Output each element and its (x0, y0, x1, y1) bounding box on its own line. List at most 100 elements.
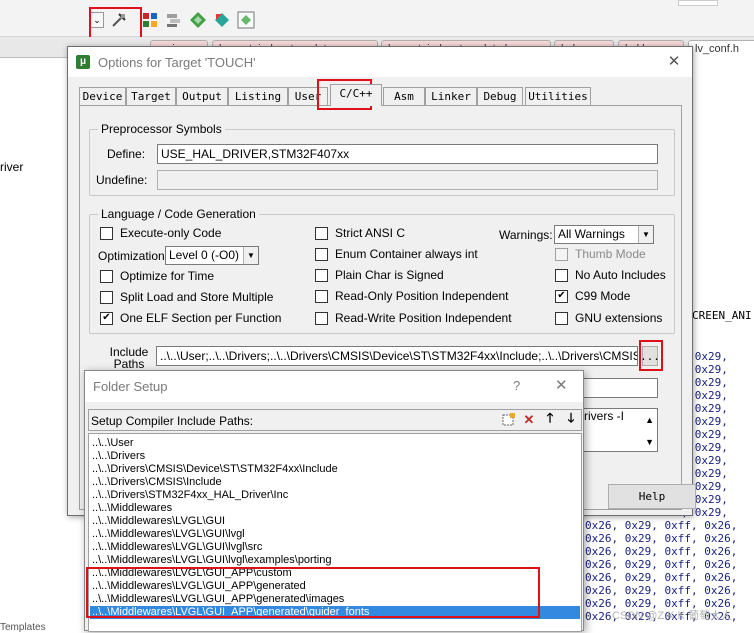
split-load-checkbox[interactable]: Split Load and Store Multiple (100, 290, 273, 304)
include-path-item[interactable]: ..\..\Drivers (90, 450, 580, 463)
scroll-up-icon[interactable]: ▲ (645, 413, 654, 427)
checkbox-box[interactable] (100, 226, 113, 240)
define-field[interactable]: USE_HAL_DRIVER,STM32F407xx (157, 144, 658, 164)
include-path-item[interactable]: ..\..\Middlewares\LVGL\GUI_APP\generated… (90, 606, 580, 619)
project-tree-text: river (0, 160, 24, 174)
code-line: 0x26, 0x29, 0xff, 0x26, (585, 532, 738, 545)
editor-tab-active[interactable]: lv_conf.h (688, 40, 754, 58)
chevron-down-icon[interactable]: ▼ (638, 226, 653, 243)
checkbox-box[interactable] (315, 247, 328, 261)
code-line: 0x26, 0x29, 0xff, 0x26, (585, 558, 738, 571)
checkmark-icon[interactable]: ✔ (100, 311, 113, 325)
delete-icon[interactable]: ✕ (520, 412, 538, 428)
include-path-item[interactable]: ..\..\Middlewares\LVGL\GUI_APP\custom (90, 567, 580, 580)
execute-only-checkbox[interactable]: Execute-only Code (100, 226, 221, 240)
one-elf-checkbox[interactable]: ✔ One ELF Section per Function (100, 311, 281, 325)
code-line: 0x26, 0x29, 0xff, 0x26, (585, 519, 738, 532)
help-icon[interactable]: ? (513, 378, 520, 393)
gnu-extensions-checkbox[interactable]: GNU extensions (555, 311, 662, 325)
include-path-item[interactable]: ..\..\Middlewares\LVGL\GUI_APP\generated (90, 580, 580, 593)
include-paths-field[interactable]: ..\..\User;..\..\Drivers;..\..\Drivers\C… (156, 346, 638, 366)
c99-mode-checkbox[interactable]: ✔ C99 Mode (555, 289, 630, 303)
include-path-item[interactable]: ..\..\Middlewares\LVGL\GUI\lvgl\src (90, 541, 580, 554)
include-paths-header-label: Setup Compiler Include Paths: (91, 414, 254, 428)
include-path-item[interactable]: ..\..\Middlewares (90, 502, 580, 515)
no-auto-includes-checkbox[interactable]: No Auto Includes (555, 268, 666, 282)
strict-ansi-checkbox[interactable]: Strict ANSI C (315, 226, 405, 240)
include-path-item[interactable]: ..\..\Middlewares\LVGL\GUI\lvgl (90, 528, 580, 541)
warnings-value: All Warnings (558, 227, 625, 241)
include-path-item[interactable]: ..\..\Middlewares\LVGL\GUI\lvgl\examples… (90, 554, 580, 567)
pack-installer-icon[interactable] (189, 11, 207, 29)
preprocessor-group: Preprocessor Symbols Define: USE_HAL_DRI… (89, 122, 675, 196)
include-path-item[interactable]: ..\..\User (90, 437, 580, 450)
help-button[interactable]: Help (608, 484, 696, 509)
compiler-control-text: rivers -I (584, 409, 624, 423)
checkbox-label: One ELF Section per Function (120, 311, 282, 325)
optimization-label: Optimization: (98, 249, 169, 263)
language-group: Language / Code Generation Execute-only … (89, 207, 675, 334)
checkbox-label: Optimize for Time (120, 269, 215, 283)
select-packs-icon[interactable] (213, 11, 231, 29)
checkbox-box[interactable] (100, 269, 113, 283)
enum-container-checkbox[interactable]: Enum Container always int (315, 247, 478, 261)
checkbox-box[interactable] (315, 311, 328, 325)
undefine-field[interactable] (157, 170, 658, 190)
checkbox-box[interactable] (555, 268, 568, 282)
file-extensions-icon[interactable] (165, 11, 183, 29)
tab-device[interactable]: Device (79, 87, 126, 105)
tab-debug[interactable]: Debug (477, 87, 523, 105)
new-folder-icon[interactable] (499, 412, 517, 428)
checkbox-label: Split Load and Store Multiple (120, 290, 274, 304)
warnings-select[interactable]: All Warnings ▼ (554, 225, 654, 244)
checkbox-box[interactable] (555, 247, 568, 261)
manage-components-icon[interactable] (141, 11, 159, 29)
scroll-down-icon[interactable]: ▼ (645, 435, 654, 449)
close-icon[interactable]: ✕ (555, 376, 568, 394)
checkbox-box[interactable] (100, 290, 113, 304)
checkbox-label: Thumb Mode (575, 247, 646, 261)
include-path-item[interactable]: ..\..\Drivers\CMSIS\Device\ST\STM32F4xx\… (90, 463, 580, 476)
optimization-select[interactable]: Level 0 (-O0) ▼ (165, 246, 259, 265)
tab-utilities[interactable]: Utilities (525, 87, 591, 105)
tab-user[interactable]: User (288, 87, 328, 105)
tab-listing[interactable]: Listing (228, 87, 288, 105)
code-line: 0x26, 0x29, 0xff, 0x26, (585, 571, 738, 584)
plain-char-checkbox[interactable]: Plain Char is Signed (315, 268, 444, 282)
checkbox-box[interactable] (315, 226, 328, 240)
checkmark-icon[interactable]: ✔ (555, 289, 568, 303)
include-path-item[interactable]: ..\..\Drivers\STM32F4xx_HAL_Driver\Inc (90, 489, 580, 502)
chevron-down-icon[interactable]: ▼ (243, 247, 258, 264)
target-options-icon[interactable] (110, 11, 128, 29)
run-time-environment-icon[interactable] (237, 11, 255, 29)
dropdown-arrow-icon[interactable]: ⌄ (90, 12, 104, 28)
include-path-list: ..\..\User ..\..\Drivers ..\..\Drivers\CMS… (88, 433, 582, 632)
include-path-item[interactable]: ..\..\Middlewares\LVGL\GUI_APP\generated… (90, 593, 580, 606)
checkbox-label: Read-Only Position Independent (335, 289, 509, 303)
thumb-mode-checkbox[interactable]: Thumb Mode (555, 247, 646, 261)
templates-tab[interactable]: Templates (0, 622, 46, 633)
code-identifier-text: CREEN_ANI (692, 309, 752, 322)
checkbox-box[interactable] (555, 311, 568, 325)
optimize-time-checkbox[interactable]: Optimize for Time (100, 269, 214, 283)
preprocessor-group-label: Preprocessor Symbols (98, 122, 225, 136)
tab-linker[interactable]: Linker (425, 87, 477, 105)
include-paths-header: Setup Compiler Include Paths: ✕ 🡑 🡓 (88, 409, 582, 431)
tab-c-cpp[interactable]: C/C++ (330, 84, 382, 106)
checkbox-label: Plain Char is Signed (335, 268, 444, 282)
misc-controls-field[interactable] (580, 378, 658, 398)
move-up-icon[interactable]: 🡑 (541, 410, 559, 428)
include-path-item[interactable]: ..\..\Middlewares\LVGL\GUI (90, 515, 580, 528)
tab-output[interactable]: Output (176, 87, 228, 105)
tab-asm[interactable]: Asm (383, 87, 425, 105)
checkbox-box[interactable] (315, 289, 328, 303)
checkbox-box[interactable] (315, 268, 328, 282)
include-path-item[interactable]: ..\..\Drivers\CMSIS\Include (90, 476, 580, 489)
warnings-label: Warnings: (499, 228, 553, 242)
ro-pi-checkbox[interactable]: Read-Only Position Independent (315, 289, 508, 303)
rw-pi-checkbox[interactable]: Read-Write Position Independent (315, 311, 512, 325)
tab-target[interactable]: Target (126, 87, 176, 105)
move-down-icon[interactable]: 🡓 (562, 410, 580, 428)
close-icon[interactable]: ✕ (664, 52, 684, 70)
browse-include-paths-button[interactable]: ... (640, 346, 660, 366)
